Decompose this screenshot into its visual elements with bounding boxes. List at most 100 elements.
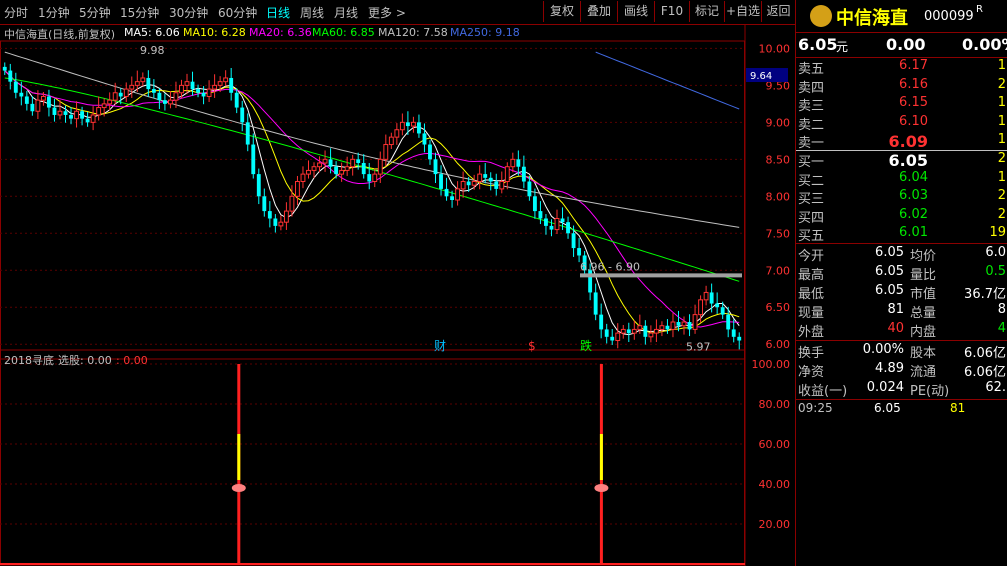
candle-body	[283, 210, 289, 223]
tab-fenshi[interactable]: 分时	[4, 4, 28, 21]
high-label: 9.98	[140, 44, 165, 57]
ma20-line	[4, 70, 740, 328]
candle-body	[90, 114, 96, 123]
candle-body	[510, 158, 516, 168]
bids-row[interactable]: 买四 6.02 2	[796, 207, 1007, 227]
candle-body	[422, 133, 427, 145]
candle-body	[223, 77, 229, 83]
candle-body	[151, 89, 156, 93]
f10-button[interactable]: F10	[654, 1, 689, 22]
add-watchlist-button[interactable]: +自选	[724, 1, 761, 22]
candle-body	[494, 181, 499, 189]
stat-row: 外盘 40 内盘 4	[796, 321, 1007, 341]
draw-line-button[interactable]: 画线	[617, 1, 654, 22]
asks-row[interactable]: 卖三 6.15 1	[796, 95, 1007, 115]
asks-label: 卖二	[798, 117, 825, 133]
candle-body	[648, 332, 654, 338]
candle-body	[101, 103, 107, 109]
fund-label: 股本	[910, 346, 937, 361]
candle-body	[234, 92, 239, 108]
stat-value: 6.0	[985, 245, 1006, 260]
candle-body	[339, 169, 345, 175]
candle-body	[521, 166, 526, 182]
tab-30min[interactable]: 30分钟	[169, 4, 208, 21]
asks-row[interactable]: 卖五 6.17 1	[796, 58, 1007, 78]
stat-value: 6.05	[875, 283, 904, 298]
candle-body	[162, 100, 167, 104]
price-tag-label: 9.64	[750, 71, 772, 82]
fund-value: 0.00%	[862, 342, 904, 357]
candle-body	[212, 84, 218, 90]
candle-body	[344, 166, 350, 171]
candle-body	[720, 307, 725, 315]
candle-body	[571, 233, 576, 249]
candle-body	[201, 92, 206, 97]
y-tick-label: 7.50	[766, 227, 791, 240]
indicator-panel-frame	[0, 349, 745, 566]
candle-body	[196, 89, 200, 93]
candle-body	[604, 329, 609, 337]
asks-row[interactable]: 卖二 6.10 1	[796, 114, 1007, 134]
overlay-button[interactable]: 叠加	[580, 1, 617, 22]
stat-label: 最低	[798, 287, 825, 302]
bids-row[interactable]: 买一 6.05 2	[796, 151, 1007, 171]
stat-value: 6.05	[875, 245, 904, 260]
candle-body	[383, 144, 389, 160]
ma10-line	[4, 70, 740, 334]
candle-body	[676, 322, 681, 326]
stat-value: 6.05	[875, 264, 904, 279]
candle-body	[74, 110, 79, 120]
candle-body	[377, 158, 383, 175]
tab-daily[interactable]: 日线	[266, 4, 290, 21]
tab-weekly[interactable]: 周线	[300, 4, 324, 21]
y-tick-label: 9.00	[766, 116, 791, 129]
bids-row[interactable]: 买五 6.01 19	[796, 225, 1007, 245]
fund-value: 6.06亿	[964, 346, 1006, 361]
bids-vol: 2	[997, 151, 1006, 166]
back-button[interactable]: 返回	[761, 1, 795, 22]
bids-row[interactable]: 买三 6.03 2	[796, 188, 1007, 208]
mark-button[interactable]: 标记	[689, 1, 724, 22]
asks-row[interactable]: 卖一 6.09 1	[796, 132, 1007, 152]
asks-vol: 1	[997, 113, 1006, 129]
candle-body	[123, 88, 129, 97]
stat-label: 今开	[798, 249, 825, 264]
candle-body	[52, 107, 57, 115]
candle-body	[322, 158, 328, 164]
event-marker[interactable]: 财	[434, 339, 446, 353]
bids-label: 买四	[798, 210, 825, 226]
kline-chart[interactable]: 10.009.509.008.508.007.507.006.506.009.6…	[0, 24, 795, 566]
event-marker[interactable]: 跌	[580, 338, 592, 353]
tab-60min[interactable]: 60分钟	[218, 4, 257, 21]
bids-row[interactable]: 买二 6.04 1	[796, 170, 1007, 190]
asks-row[interactable]: 卖四 6.16 2	[796, 77, 1007, 97]
quote-panel: 中信海直 000099 R 6.05 元 0.00 0.00% 卖五6.171卖…	[795, 0, 1007, 566]
trade-price: 6.05	[874, 401, 901, 415]
tab-more[interactable]: 更多 >	[368, 4, 406, 21]
candle-body	[157, 92, 162, 101]
fuquan-button[interactable]: 复权	[543, 1, 580, 22]
bids-vol: 2	[997, 188, 1006, 203]
stat-label: 量比	[910, 268, 937, 283]
candle-body	[35, 99, 41, 112]
asks-price: 6.15	[899, 95, 928, 110]
candle-body	[184, 81, 190, 86]
fundamental-row: 净资 4.89 流通 6.06亿	[796, 361, 1007, 381]
candle-body	[488, 177, 493, 182]
fund-label: 净资	[798, 365, 825, 380]
candle-body	[267, 211, 272, 219]
candle-body	[433, 159, 438, 175]
tab-5min[interactable]: 5分钟	[79, 4, 111, 21]
candle-body	[450, 196, 455, 200]
tab-monthly[interactable]: 月线	[334, 4, 358, 21]
tab-1min[interactable]: 1分钟	[38, 4, 70, 21]
candle-body	[698, 299, 704, 316]
bids-price: 6.02	[899, 206, 928, 222]
candle-body	[681, 321, 687, 327]
tab-15min[interactable]: 15分钟	[120, 4, 159, 21]
candle-body	[367, 174, 372, 182]
candle-body	[63, 111, 68, 115]
candle-body	[670, 321, 676, 330]
fund-value: 62.	[985, 380, 1006, 395]
event-marker[interactable]: $	[528, 339, 536, 353]
